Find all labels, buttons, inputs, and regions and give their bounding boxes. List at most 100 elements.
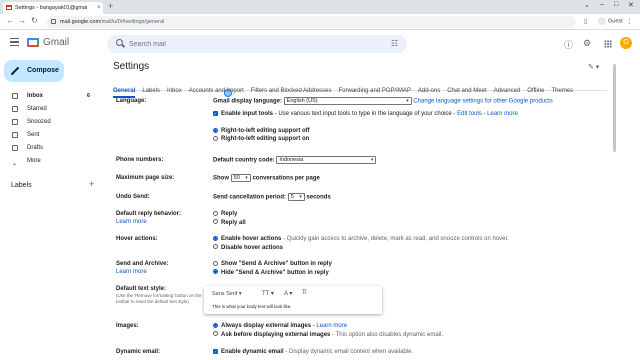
input-tools-learn-more-link[interactable]: Learn more [487, 111, 518, 117]
rtl-off-radio[interactable] [213, 127, 218, 133]
sidebar-item-label: Starred [27, 106, 47, 112]
mouse-cursor-indicator [224, 89, 232, 97]
input-tools-desc: - Use various text input tools to type i… [273, 111, 458, 118]
main-menu-icon[interactable] [10, 38, 19, 46]
display-language-select[interactable]: English (US) [283, 97, 412, 105]
new-tab-button[interactable]: + [108, 1, 113, 11]
browser-menu-icon[interactable]: ⋮ [626, 17, 633, 25]
reply-learn-more-link[interactable]: Learn more [116, 218, 210, 226]
google-apps-icon[interactable] [604, 40, 612, 48]
cancel-period-label: Send cancellation period: [213, 194, 287, 201]
cancel-period-select[interactable]: 5 [287, 193, 305, 201]
reply-all-radio[interactable] [213, 219, 218, 225]
edit-tools-link[interactable]: Edit tools [457, 111, 482, 117]
input-tools-checkbox[interactable]: ✓ [213, 111, 218, 116]
sidebar-item-starred[interactable]: Starred [0, 103, 100, 115]
chevron-down-icon: ⌄ [12, 161, 18, 167]
reply-label: Default reply behavior: [116, 211, 182, 217]
font-size-icon[interactable]: TT ▾ [262, 290, 274, 297]
send-archive-learn-more-link[interactable]: Learn more [116, 268, 210, 276]
enable-hover-radio[interactable] [213, 235, 218, 241]
settings-gear-icon[interactable]: ⚙ [583, 38, 591, 49]
hide-send-archive-radio[interactable] [213, 269, 218, 275]
phone-label: Phone numbers: [116, 157, 164, 163]
close-window-icon[interactable]: ✕ [628, 1, 634, 9]
url-field[interactable]: mail.google.com/mail/u/0/#settings/gener… [46, 16, 576, 28]
country-code-select[interactable]: Indonesia [276, 156, 377, 164]
search-options-icon[interactable]: ☷ [391, 39, 398, 48]
reply-option: Reply [221, 211, 238, 217]
tab-search-icon[interactable]: ⌄ [584, 1, 590, 9]
font-family-value: Sans Serif [212, 291, 238, 297]
search-bar: ☷ [107, 35, 407, 53]
compose-label: Compose [27, 67, 59, 74]
text-style-editor: Sans Serif ▾ TT ▾ A ▾ T̸ This is what yo… [204, 286, 382, 314]
guest-profile-button[interactable]: Guest [598, 17, 623, 25]
create-label-button[interactable]: + [89, 179, 94, 189]
sidebar-item-drafts[interactable]: Drafts [0, 142, 100, 154]
gmail-logo-icon[interactable] [27, 38, 39, 47]
reply-radio[interactable] [213, 210, 218, 216]
text-color-icon[interactable]: A ▾ [284, 290, 292, 297]
sidebar-item-sent[interactable]: Sent [0, 129, 100, 141]
send-icon [12, 132, 18, 138]
disable-hover-radio[interactable] [213, 244, 218, 250]
cancel-period-suffix: seconds [306, 194, 331, 201]
gmail-logo-text[interactable]: Gmail [43, 37, 69, 48]
minimize-icon[interactable]: – [600, 1, 604, 8]
reply-all-option: Reply all [221, 219, 246, 226]
tab-title: Settings - bangayak01@gmai [15, 5, 88, 11]
compose-button[interactable]: Compose [4, 60, 64, 82]
sidebar-item-snoozed[interactable]: Snoozed [0, 116, 100, 128]
show-send-archive-label: Show "Send & Archive" button in reply [221, 261, 332, 267]
dynamic-email-checkbox[interactable]: ✓ [213, 348, 218, 354]
sidebar-item-more[interactable]: ⌄ More [0, 155, 100, 167]
inbox-unread-count: 6 [86, 93, 90, 99]
rtl-on-label: Right-to-left editing support on [221, 136, 310, 143]
labels-heading: Labels [11, 182, 32, 189]
ask-before-images-desc: - This option also disables dynamic emai… [330, 331, 443, 338]
reload-icon[interactable]: ↻ [31, 16, 38, 25]
search-input[interactable] [129, 35, 379, 53]
address-bar-row: ← → ↻ mail.google.com/mail/u/0/#settings… [0, 14, 640, 30]
always-display-images-radio[interactable] [213, 322, 218, 328]
page-size-show: Show [213, 175, 229, 182]
undo-send-label: Undo Send: [116, 194, 150, 200]
tab-close-icon[interactable]: × [97, 2, 101, 14]
text-style-sample: This is what your body text will look li… [212, 304, 292, 309]
settings-panel: Settings ✎ ▾ General Labels Inbox Accounts … [106, 58, 614, 360]
enable-hover-label: Enable hover actions [221, 236, 282, 242]
page-size-suffix: conversations per page [252, 175, 320, 182]
images-learn-more-link[interactable]: Learn more [316, 323, 347, 329]
maximize-icon[interactable]: □ [614, 1, 618, 8]
page-size-select[interactable]: 50 [230, 174, 251, 182]
change-language-link[interactable]: Change language settings for other Googl… [413, 99, 552, 105]
browser-tab-strip: Settings - bangayak01@gmai × + ⌄ – □ ✕ [0, 0, 640, 14]
side-panel-icon[interactable]: ▯ [584, 17, 588, 25]
language-label: Language: [116, 98, 147, 104]
lock-icon [51, 19, 56, 24]
sidebar-item-label: Drafts [27, 145, 44, 151]
remove-formatting-icon[interactable]: T̸ [302, 290, 306, 296]
disable-hover-label: Disable hover actions [221, 244, 284, 251]
browser-tab[interactable]: Settings - bangayak01@gmai × [3, 2, 103, 14]
help-icon[interactable]: ⓘ [564, 38, 573, 51]
ask-before-images-radio[interactable] [213, 331, 218, 337]
account-avatar[interactable]: G [620, 37, 632, 49]
search-icon[interactable] [116, 39, 123, 46]
back-icon[interactable]: ← [6, 16, 14, 25]
cancel-period-value: 5 [290, 194, 294, 200]
scrollbar-thumb[interactable] [613, 64, 616, 152]
input-tools-icon[interactable]: ✎ ▾ [588, 63, 599, 71]
forward-icon[interactable]: → [18, 16, 26, 25]
sidebar-item-inbox[interactable]: Inbox 6 [0, 90, 100, 102]
ask-before-images-label: Ask before displaying external images [221, 331, 331, 338]
star-icon [12, 106, 18, 112]
url-host: mail.google.com [60, 19, 101, 25]
rtl-on-radio[interactable] [213, 136, 218, 141]
show-send-archive-radio[interactable] [213, 260, 218, 266]
settings-tabs: General Labels Inbox Accounts and Import Fil… [113, 79, 607, 98]
gmail-header: Gmail ☷ ⓘ ⚙ G [0, 30, 640, 58]
dynamic-email-option: Enable dynamic email [221, 349, 284, 355]
font-family-select[interactable]: Sans Serif ▾ [212, 291, 242, 297]
